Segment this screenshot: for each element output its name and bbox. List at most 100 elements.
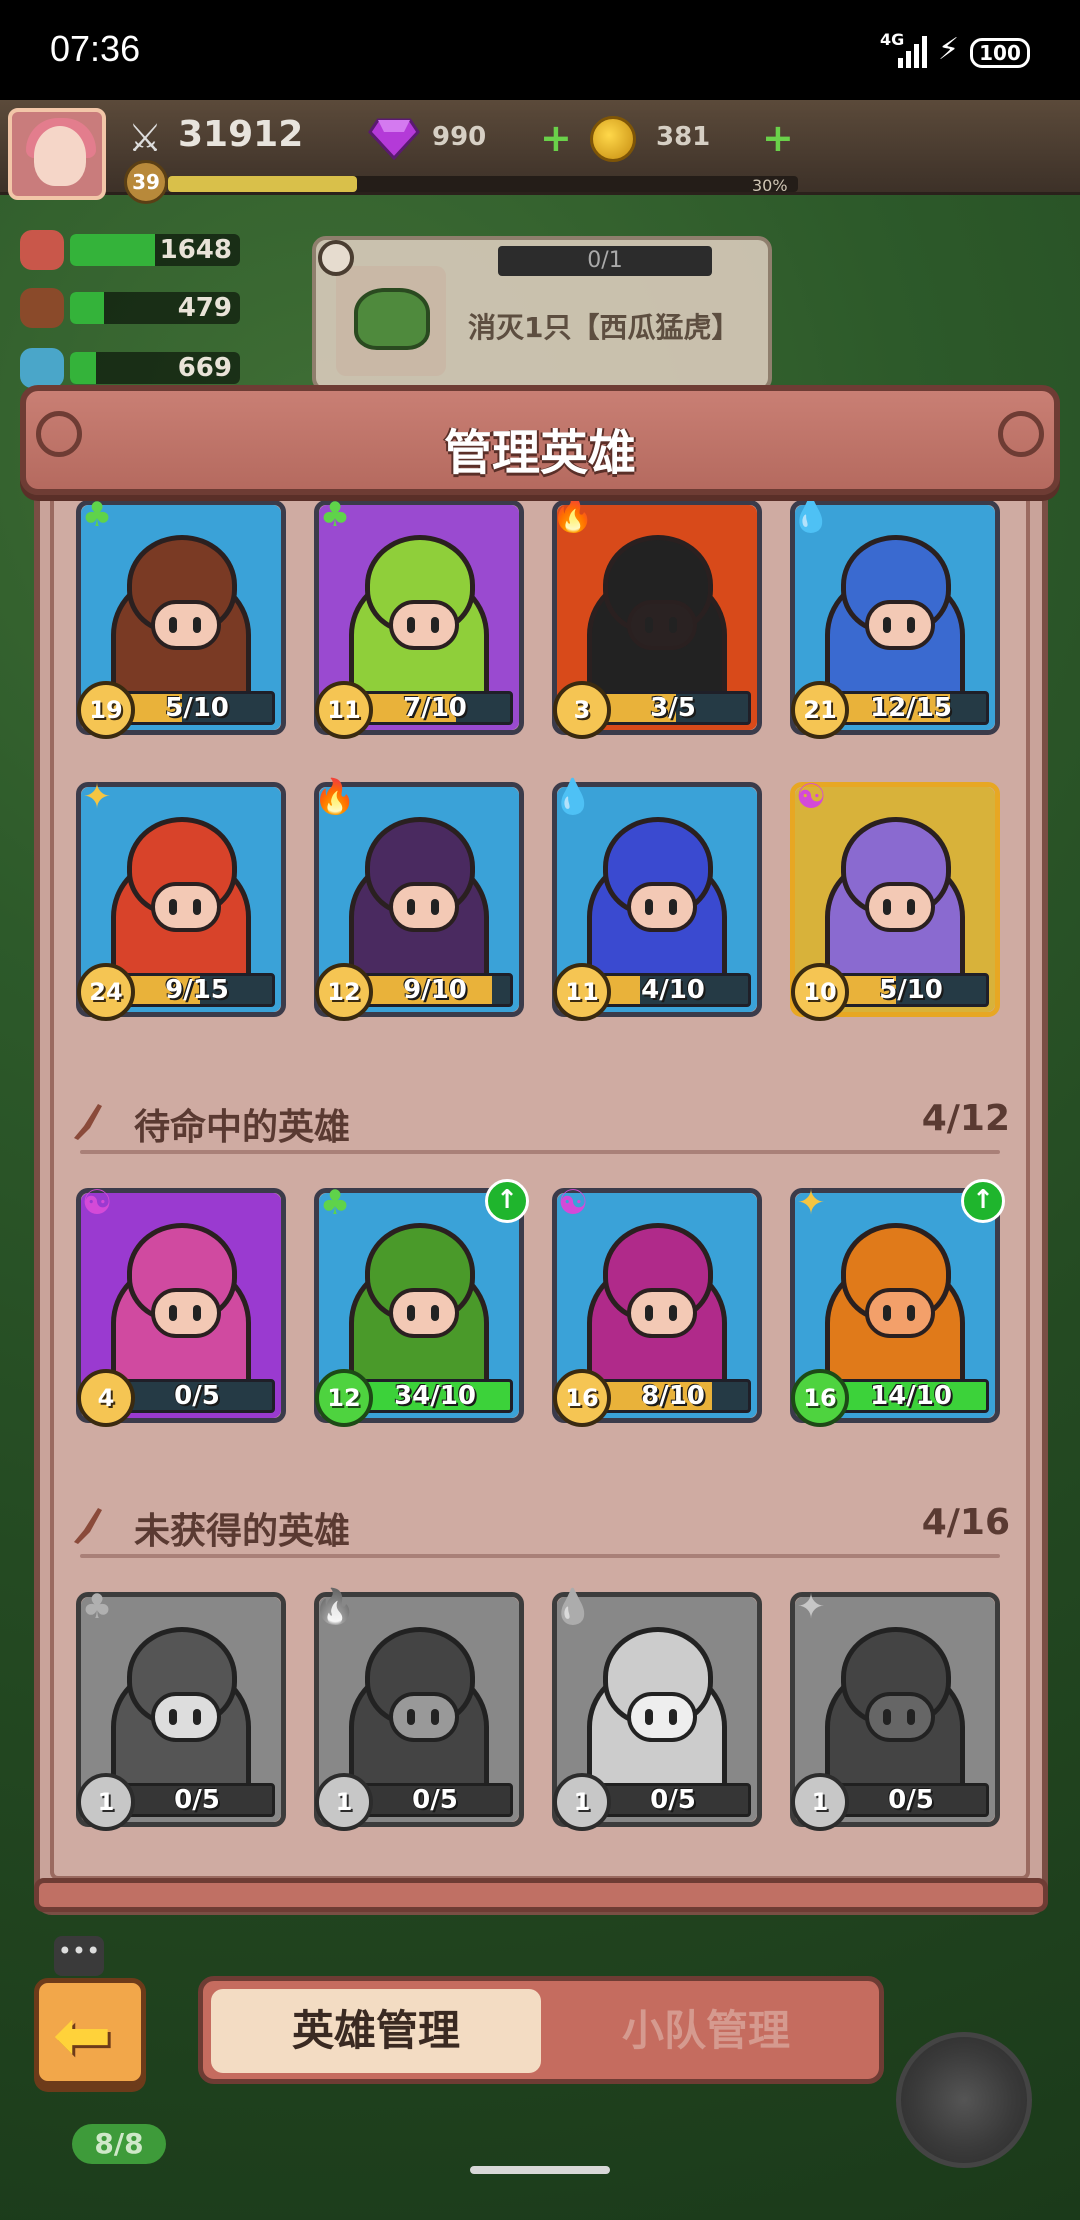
hero-card[interactable]: 0/5 1 🔥 [314,1587,524,1831]
unowned-count: 4/16 [921,1502,1010,1543]
hero-card[interactable]: 14/10 16 ✦ ↑ [790,1179,1005,1427]
light-icon: ✦ [82,777,112,817]
hero-level-badge: 4 [77,1369,135,1427]
nature-icon: ♣ [81,1587,113,1627]
quest-panel[interactable]: 0/1 消灭1只【西瓜猛虎】 [312,236,772,392]
quest-target-image [336,266,446,376]
unowned-section-header: 未获得的英雄 4/16 [70,1490,1010,1560]
signal-icon [898,36,928,68]
hero-card[interactable]: 0/5 1 💧 [552,1587,762,1831]
resource-wood: 479 [20,286,240,330]
dark-icon: ☯ [795,777,827,817]
hero-card[interactable]: 5/10 19 ♣ [76,495,286,739]
hero-level-badge: 12 [315,1369,373,1427]
squad-count: 8/8 [72,2124,166,2164]
water-icon: 💧 [551,1587,595,1627]
dark-icon: ☯ [81,1183,113,1223]
standby-section-header: 待命中的英雄 4/12 [70,1086,1010,1156]
resource-value: 669 [177,353,232,383]
dark-icon: ☯ [557,1183,589,1223]
crystal-icon [20,348,64,388]
hero-card[interactable]: 8/10 16 ☯ [552,1183,762,1427]
nature-icon: ♣ [319,495,351,535]
player-level: 39 [124,160,168,204]
hero-card[interactable]: 0/5 1 ♣ [76,1587,286,1831]
add-gems-button[interactable]: + [540,116,572,160]
hero-level-badge: 1 [77,1773,135,1831]
sword-icon [74,1104,102,1140]
portal-icon[interactable] [896,2032,1032,2168]
gem-icon [368,118,420,160]
hero-level-badge: 16 [553,1369,611,1427]
hero-level-badge: 19 [77,681,135,739]
player-avatar[interactable] [8,108,106,200]
hero-card[interactable]: 0/5 4 ☯ [76,1183,286,1427]
water-icon: 💧 [789,495,833,535]
hero-card[interactable]: 3/5 3 🔥 [552,495,762,739]
add-coins-button[interactable]: + [762,116,794,160]
hero-card[interactable]: 34/10 12 ♣ ↑ [314,1179,529,1427]
hero-level-badge: 11 [553,963,611,1021]
resource-crystal: 669 [20,346,240,390]
xp-percent: 30% [752,176,788,195]
hero-level-badge: 3 [553,681,611,739]
search-icon [318,240,354,276]
hero-level-badge: 11 [315,681,373,739]
quest-progress: 0/1 [498,246,712,276]
hero-card[interactable]: 4/10 11 💧 [552,777,762,1021]
back-button[interactable]: ⬅ [34,1978,146,2086]
gem-count: 990 [432,122,487,152]
hero-card[interactable]: 9/10 12 🔥 [314,777,524,1021]
hero-card[interactable]: 5/10 10 ☯ [790,777,1000,1021]
hero-level-badge: 12 [315,963,373,1021]
resource-meat: 1648 [20,228,240,272]
upgrade-arrow-icon[interactable]: ↑ [961,1179,1005,1223]
hero-level-badge: 21 [791,681,849,739]
wood-icon [20,288,64,328]
standby-label: 待命中的英雄 [134,1107,351,1148]
standby-count: 4/12 [921,1098,1010,1139]
hero-card[interactable]: 7/10 11 ♣ [314,495,524,739]
hero-level-badge: 16 [791,1369,849,1427]
hero-level-badge: 1 [553,1773,611,1831]
panel-title: 管理英雄 [443,425,636,481]
hero-card[interactable]: 0/5 1 ✦ [790,1587,1000,1831]
chat-button[interactable]: ••• [54,1936,104,1976]
xp-fill [168,176,357,192]
hero-level-badge: 1 [791,1773,849,1831]
fire-icon: 🔥 [313,1587,357,1627]
clock: 07:36 [50,28,141,69]
power-value: 31912 [178,114,304,155]
panel-footer [34,1878,1048,1912]
fire-icon: 🔥 [551,495,595,535]
sword-icon [74,1508,102,1544]
status-bar: 07:36 4G ⚡ 100 [0,0,1080,100]
home-indicator[interactable] [470,2166,610,2174]
hero-card[interactable]: 12/15 21 💧 [790,495,1000,739]
xp-bar [168,176,798,192]
coin-icon [590,116,636,162]
hero-card[interactable]: 9/15 24 ✦ [76,777,286,1021]
nature-icon: ♣ [81,495,113,535]
back-arrow-icon: ⬅ [53,1994,112,2076]
panel-header: 管理英雄 [20,385,1060,495]
tab-hero-management[interactable]: 英雄管理 [211,1989,541,2073]
power-icon: ⚔ [127,116,163,160]
tab-bar: 英雄管理 小队管理 [198,1976,884,2084]
unowned-label: 未获得的英雄 [134,1511,351,1552]
coin-count: 381 [656,122,711,152]
light-icon: ✦ [796,1587,826,1627]
resource-bar: 669 [70,352,240,384]
upgrade-arrow-icon[interactable]: ↑ [485,1179,529,1223]
resource-bar: 479 [70,292,240,324]
nature-icon: ♣ [319,1183,351,1223]
resource-value: 479 [177,293,232,323]
quest-text: 消灭1只【西瓜猛虎】 [468,311,740,344]
tab-squad-management[interactable]: 小队管理 [541,1989,871,2073]
hero-level-badge: 1 [315,1773,373,1831]
game-screen: 07:36 4G ⚡ 100 ⚔ 31912 990 + 381 + 39 30… [0,0,1080,2220]
divider [80,1554,1000,1558]
hero-level-badge: 24 [77,963,135,1021]
divider [80,1150,1000,1154]
hero-level-badge: 10 [791,963,849,1021]
